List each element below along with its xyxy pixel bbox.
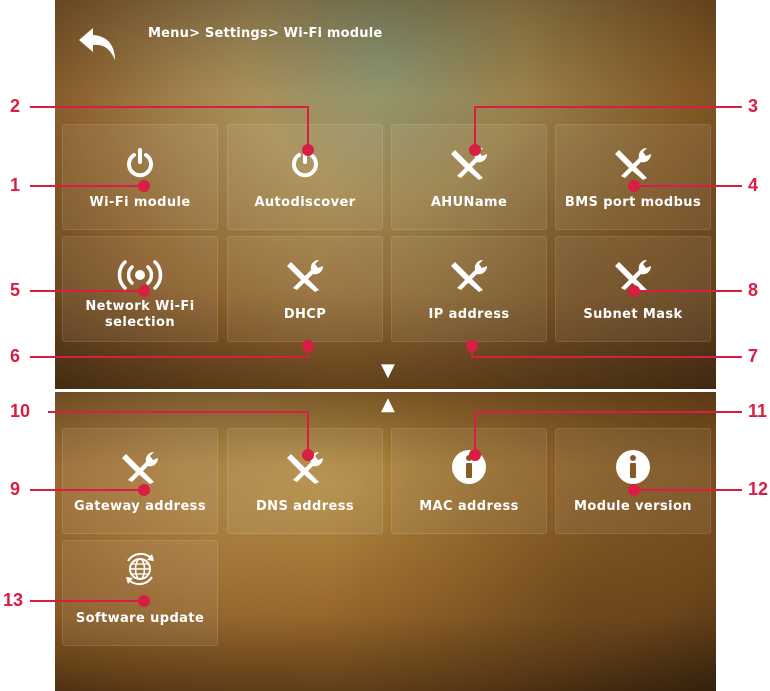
callout-number: 9 <box>10 479 21 499</box>
callout-number: 4 <box>748 175 759 195</box>
callout-number: 2 <box>10 96 21 116</box>
callout-number: 5 <box>10 280 21 300</box>
callout-number: 7 <box>748 346 759 366</box>
callout-number: 12 <box>748 479 769 499</box>
callout-number: 11 <box>748 401 768 421</box>
callout-lines <box>30 106 742 607</box>
callout-number: 1 <box>10 175 21 195</box>
callout-number: 8 <box>748 280 759 300</box>
callout-number: 3 <box>748 96 759 116</box>
callout-number: 13 <box>3 590 24 610</box>
callout-number: 10 <box>10 401 31 421</box>
callout-number: 6 <box>10 346 21 366</box>
